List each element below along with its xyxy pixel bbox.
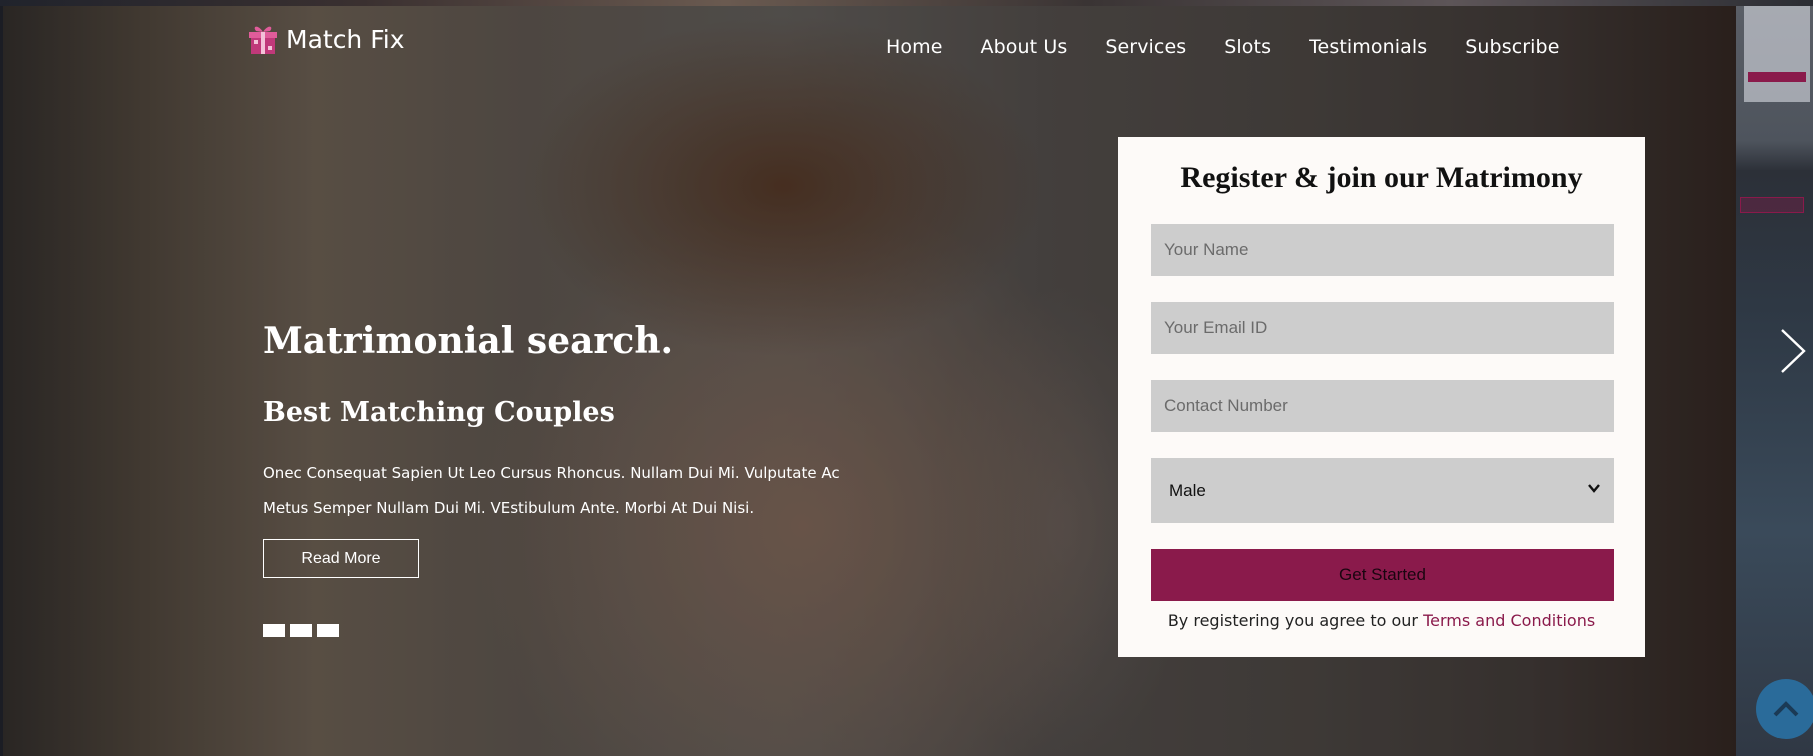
terms-notice: By registering you agree to our Terms an… [1118,611,1645,630]
name-input[interactable] [1151,224,1614,276]
hero-description-line-2: Metus Semper Nullam Dui Mi. VEstibulum A… [263,499,755,517]
registration-form: Register & join our Matrimony Male Get S… [1118,137,1645,657]
nav-about-us[interactable]: About Us [981,36,1068,58]
nav-testimonials[interactable]: Testimonials [1309,36,1427,58]
gender-select-value: Male [1169,480,1206,500]
back-to-top-button[interactable] [1756,679,1813,739]
nav-slots[interactable]: Slots [1224,36,1271,58]
hero-title: Matrimonial search. [263,320,674,362]
terms-link[interactable]: Terms and Conditions [1423,611,1595,630]
email-input[interactable] [1151,302,1614,354]
hero-description-line-1: Onec Consequat Sapien Ut Leo Cursus Rhon… [263,464,840,482]
chevron-down-icon [1586,480,1602,496]
main-nav: Home About Us Services Slots Testimonial… [886,36,1598,58]
carousel-indicator-3[interactable] [317,624,339,637]
side-preview-card [1744,6,1810,102]
nav-home[interactable]: Home [886,36,943,58]
registration-title: Register & join our Matrimony [1180,161,1583,194]
carousel-indicator-2[interactable] [290,624,312,637]
chevron-right-icon [1781,329,1806,373]
brand-logo[interactable]: Match Fix [248,22,405,56]
carousel-next-button[interactable] [1778,326,1808,376]
side-preview-tag [1740,197,1804,213]
brand-name: Match Fix [286,24,405,54]
carousel-indicators [263,624,344,637]
terms-prefix: By registering you agree to our [1167,611,1418,630]
read-more-button[interactable]: Read More [263,539,419,578]
hero-description: Onec Consequat Sapien Ut Leo Cursus Rhon… [263,456,883,526]
side-preview-bar [1748,72,1806,82]
side-preview-panel [1736,6,1813,756]
nav-services[interactable]: Services [1105,36,1186,58]
get-started-button[interactable]: Get Started [1151,549,1614,601]
nav-subscribe[interactable]: Subscribe [1465,36,1559,58]
carousel-indicator-1[interactable] [263,624,285,637]
chevron-up-icon [1773,701,1799,717]
gender-select[interactable]: Male [1151,458,1614,523]
contact-number-input[interactable] [1151,380,1614,432]
gift-icon [248,22,278,56]
hero-subtitle: Best Matching Couples [263,397,615,428]
page: Match Fix Home About Us Services Slots T… [0,0,1813,756]
